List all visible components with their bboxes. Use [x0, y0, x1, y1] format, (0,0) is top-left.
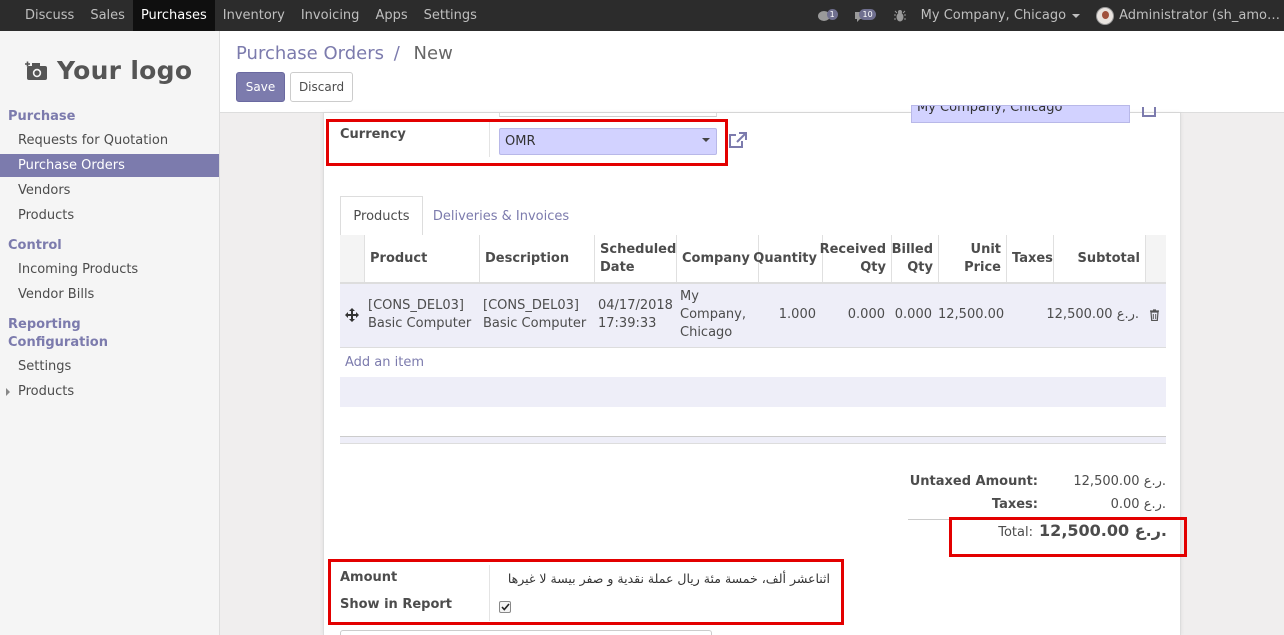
- caret-right-icon: [6, 387, 10, 396]
- breadcrumb-separator: /: [393, 43, 400, 64]
- sidebar-item-products[interactable]: Products: [0, 204, 219, 227]
- company-name: My Company, Chicago: [920, 8, 1067, 23]
- breadcrumb-parent[interactable]: Purchase Orders: [236, 43, 384, 64]
- taxes-value: 0.00 ر.ع.: [1110, 497, 1166, 512]
- company-field-value: My Company, Chicago: [917, 105, 1063, 115]
- vendor-ref-field-partial[interactable]: [499, 113, 717, 117]
- company-logo[interactable]: Your logo: [25, 48, 200, 93]
- cell-description[interactable]: [CONS_DEL03] Basic Computer: [483, 297, 591, 333]
- user-name: Administrator (sh_amo…: [1119, 8, 1280, 23]
- company-field[interactable]: My Company, Chicago: [911, 105, 1130, 123]
- sidebar-item-vendors[interactable]: Vendors: [0, 179, 219, 202]
- sidebar: Your logo Purchase Requests for Quotatio…: [0, 31, 220, 635]
- cell-subtotal: 12,500.00 ر.ع.: [1046, 307, 1139, 322]
- column-header-billed-qty[interactable]: Billed Qty: [891, 235, 938, 283]
- form-sheet: My Company, Chicago Currency OMR Product…: [323, 105, 1187, 635]
- caret-down-icon: [1072, 13, 1081, 18]
- column-header-scheduled-date[interactable]: Scheduled Date: [594, 235, 676, 283]
- drag-handle-icon[interactable]: [345, 308, 359, 326]
- sidebar-item-label: Products: [18, 384, 75, 399]
- avatar: [1096, 6, 1115, 25]
- section-reporting[interactable]: Reporting: [8, 316, 81, 334]
- menu-sales[interactable]: Sales: [82, 0, 133, 31]
- chat-badge: 1: [826, 8, 838, 20]
- cell-unit-price[interactable]: 12,500.00: [938, 306, 1004, 324]
- menu-invoicing[interactable]: Invoicing: [293, 0, 368, 31]
- cell-company[interactable]: My Company, Chicago: [680, 288, 756, 342]
- systray: 1 10 My Company, Chicago Administrator (…: [815, 0, 1284, 31]
- currency-highlight-box: [326, 119, 728, 166]
- control-panel: Purchase Orders / New Save Discard: [220, 31, 1284, 113]
- sidebar-item-config-products[interactable]: Products: [0, 380, 219, 403]
- company-switcher[interactable]: My Company, Chicago: [920, 8, 1081, 23]
- tab-products[interactable]: Products: [340, 196, 423, 236]
- table-row[interactable]: [CONS_DEL03] Basic Computer [CONS_DEL03]…: [340, 284, 1166, 348]
- empty-row: [340, 377, 1166, 407]
- trash-icon[interactable]: [1149, 309, 1160, 325]
- total-highlight-box: [949, 517, 1187, 557]
- section-control[interactable]: Control: [8, 237, 62, 255]
- sidebar-item-incoming-products[interactable]: Incoming Products: [0, 258, 219, 281]
- untaxed-amount-label: Untaxed Amount:: [909, 474, 1038, 489]
- cell-product[interactable]: [CONS_DEL03] Basic Computer: [368, 297, 476, 333]
- sidebar-item-vendor-bills[interactable]: Vendor Bills: [0, 283, 219, 306]
- breadcrumb-current: New: [413, 43, 453, 64]
- column-header-description[interactable]: Description: [479, 235, 594, 283]
- external-link-icon[interactable]: [728, 131, 748, 153]
- cell-received-qty[interactable]: 0.000: [822, 306, 885, 324]
- amount-highlight-box: [328, 559, 844, 625]
- menu-discuss[interactable]: Discuss: [17, 0, 82, 31]
- camera-icon: [25, 61, 49, 81]
- activity-badge: 10: [859, 8, 876, 20]
- column-header-subtotal[interactable]: Subtotal: [1053, 235, 1145, 283]
- add-item-link[interactable]: Add an item: [345, 354, 424, 372]
- table-footer: [340, 436, 1166, 444]
- menu-purchases[interactable]: Purchases: [132, 0, 215, 31]
- activity-icon[interactable]: 10: [853, 8, 876, 23]
- column-header-unit-price[interactable]: Unit Price: [938, 235, 1006, 283]
- section-purchase[interactable]: Purchase: [8, 108, 75, 126]
- notebook-tabs: Products Deliveries & Invoices: [340, 196, 1166, 236]
- menu-inventory[interactable]: Inventory: [215, 0, 293, 31]
- handle-column-header: [340, 235, 364, 283]
- column-header-received-qty[interactable]: Received Qty: [820, 235, 891, 283]
- tab-deliveries-invoices[interactable]: Deliveries & Invoices: [426, 196, 576, 236]
- cell-scheduled-date[interactable]: 04/17/2018 17:39:33: [598, 297, 674, 333]
- menu-settings[interactable]: Settings: [416, 0, 485, 31]
- sidebar-item-purchase-orders[interactable]: Purchase Orders: [0, 154, 219, 177]
- discard-button[interactable]: Discard: [290, 72, 353, 102]
- top-navbar: Discuss Sales Purchases Inventory Invoic…: [0, 0, 1284, 31]
- empty-row: [340, 407, 1166, 436]
- notes-field-partial[interactable]: [340, 630, 712, 635]
- bug-icon[interactable]: [891, 9, 909, 23]
- app-menu: Discuss Sales Purchases Inventory Invoic…: [0, 0, 485, 31]
- cell-quantity[interactable]: 1.000: [758, 306, 816, 324]
- logo-text: Your logo: [57, 56, 193, 85]
- sidebar-item-requests-for-quotation[interactable]: Requests for Quotation: [0, 129, 219, 152]
- column-header-product[interactable]: Product: [364, 235, 479, 283]
- column-header-company[interactable]: Company: [676, 235, 758, 283]
- user-menu[interactable]: Administrator (sh_amo…: [1096, 6, 1280, 25]
- chat-icon[interactable]: 1: [815, 8, 838, 23]
- cell-billed-qty[interactable]: 0.000: [891, 306, 932, 324]
- taxes-label: Taxes:: [991, 497, 1038, 512]
- sidebar-item-settings[interactable]: Settings: [0, 355, 219, 378]
- trash-column-header: [1145, 235, 1166, 283]
- column-header-quantity[interactable]: Quantity: [753, 235, 822, 283]
- menu-apps[interactable]: Apps: [367, 0, 415, 31]
- column-header-taxes[interactable]: Taxes: [1006, 235, 1053, 283]
- section-configuration[interactable]: Configuration: [8, 334, 108, 352]
- save-button[interactable]: Save: [236, 72, 285, 102]
- company-external-link-icon[interactable]: [1142, 107, 1156, 117]
- untaxed-amount-value: 12,500.00 ر.ع.: [1073, 474, 1166, 489]
- breadcrumb: Purchase Orders / New: [236, 43, 453, 64]
